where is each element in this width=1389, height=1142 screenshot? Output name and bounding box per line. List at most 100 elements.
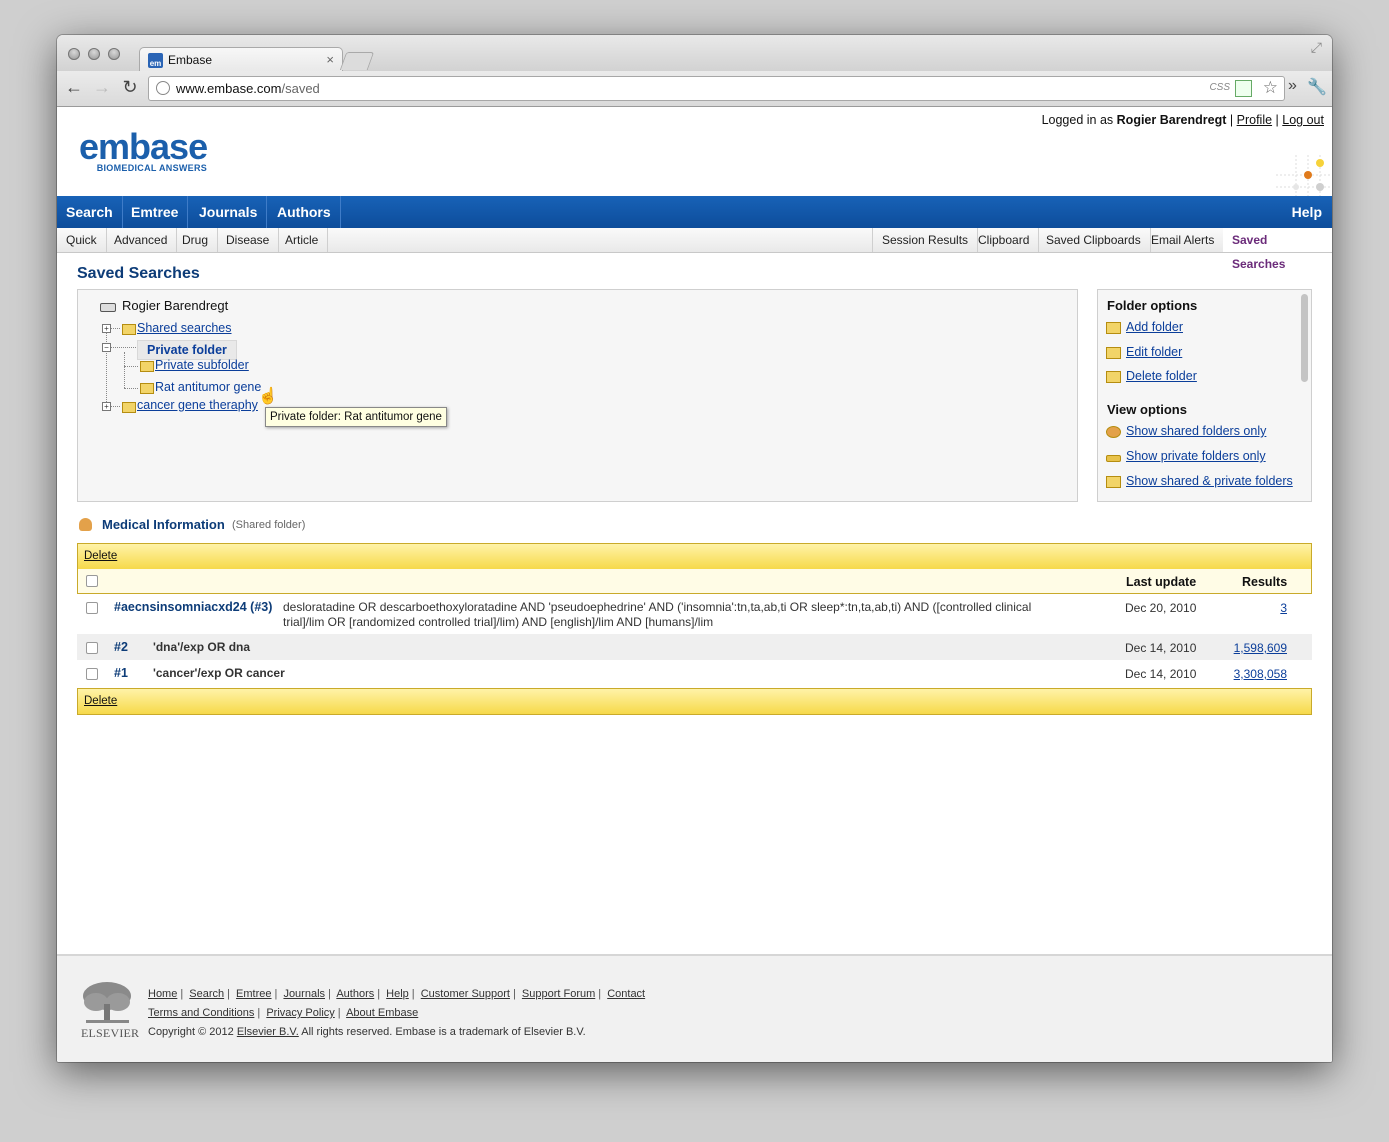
show-private-link[interactable]: Show private folders only [1126,449,1266,463]
forward-icon[interactable]: → [92,77,112,98]
tab-close-icon[interactable]: × [326,52,334,67]
reload-icon[interactable]: ↻ [120,77,140,98]
subnav-clipboard[interactable]: Clipboard [969,228,1040,252]
query-line: trial]/lim OR [randomized controlled tri… [283,615,714,629]
separator: | [411,988,415,1000]
expand-plus-icon[interactable]: + [102,324,111,333]
footer-emtree-link[interactable]: Emtree [236,988,271,1000]
extension-icon[interactable] [1235,80,1252,97]
subnav-article[interactable]: Article [276,228,329,252]
overflow-chevron-icon[interactable]: » [1288,77,1297,95]
result-count-link[interactable]: 1,598,609 [1234,641,1287,655]
add-folder-icon [1106,322,1121,334]
nav-search[interactable]: Search [57,196,123,228]
elsevier-link[interactable]: Elsevier B.V. [237,1026,299,1038]
browser-window: em Embase × ⤢ ← → ↻ www.embase.com/saved… [57,35,1332,1062]
nav-journals[interactable]: Journals [190,196,268,228]
footer-help-link[interactable]: Help [386,988,409,1000]
tree-node-rat-antitumor-gene[interactable]: Rat antitumor gene [155,380,261,394]
url-text: www.embase.com/saved [176,81,320,96]
bookmark-star-icon[interactable]: ☆ [1263,78,1278,98]
footer-home-link[interactable]: Home [148,988,177,1000]
footer-privacy-link[interactable]: Privacy Policy [266,1007,334,1019]
footer-customer-support-link[interactable]: Customer Support [421,988,510,1000]
options-scrollbar[interactable] [1301,294,1308,382]
fullscreen-icon[interactable]: ⤢ [1311,39,1322,56]
delete-button-top[interactable]: Delete [84,550,117,562]
nav-authors[interactable]: Authors [268,196,341,228]
collapse-minus-icon[interactable]: − [102,343,111,352]
tree-root: Rogier Barendregt [122,298,229,313]
result-count-link[interactable]: 3,308,058 [1234,667,1287,681]
tree-node-shared-searches[interactable]: Shared searches [137,321,232,335]
logo-word: embase [79,126,208,167]
search-id[interactable]: #2 [114,640,128,654]
select-all-checkbox[interactable] [86,575,98,587]
folder-icon [140,361,154,372]
add-folder-option[interactable]: Add folder [1106,320,1183,334]
add-folder-link[interactable]: Add folder [1126,320,1183,334]
embase-logo[interactable]: embase BIOMEDICAL ANSWERS [79,126,208,174]
show-both-link[interactable]: Show shared & private folders [1126,474,1293,488]
row-checkbox[interactable] [86,668,98,680]
tree-node-cancer-gene-theraphy[interactable]: cancer gene theraphy [137,398,258,412]
delete-folder-option[interactable]: Delete folder [1106,369,1197,383]
browser-tab[interactable]: em Embase × [139,47,343,73]
delete-button-bottom[interactable]: Delete [84,695,117,707]
delete-folder-link[interactable]: Delete folder [1126,369,1197,383]
subnav-session-results[interactable]: Session Results [872,228,979,252]
cancer-gene-theraphy-link[interactable]: cancer gene theraphy [137,398,258,412]
search-id[interactable]: #1 [114,666,128,680]
nav-help[interactable]: Help [1292,196,1322,228]
decorative-dots-graphic [1276,155,1332,197]
footer-search-link[interactable]: Search [189,988,224,1000]
subnav-saved-clipboards[interactable]: Saved Clipboards [1037,228,1151,252]
show-shared-link[interactable]: Show shared folders only [1126,424,1266,438]
footer-links-row1: Home | Search | Emtree | Journals | Authors |… [148,988,645,1000]
shared-searches-link[interactable]: Shared searches [137,321,232,335]
css-extension-label[interactable]: CSS [1209,82,1230,93]
footer-about-link[interactable]: About Embase [346,1007,418,1019]
subnav-drug[interactable]: Drug [173,228,219,252]
footer-contact-link[interactable]: Contact [607,988,645,1000]
edit-folder-link[interactable]: Edit folder [1126,345,1182,359]
zoom-window-button[interactable] [108,48,120,60]
subnav-email-alerts[interactable]: Email Alerts [1142,228,1225,252]
minimize-window-button[interactable] [88,48,100,60]
show-both-option[interactable]: Show shared & private folders [1106,474,1293,488]
back-icon[interactable]: ← [64,77,84,98]
tree-node-private-subfolder[interactable]: Private subfolder [155,358,249,372]
user-bar: Logged in as Rogier Barendregt | Profile… [1042,113,1324,127]
profile-link[interactable]: Profile [1237,113,1272,127]
embase-favicon-icon: em [148,53,163,68]
show-shared-option[interactable]: Show shared folders only [1106,424,1266,438]
nav-emtree[interactable]: Emtree [122,196,189,228]
rat-antitumor-gene-link[interactable]: Rat antitumor gene [155,380,261,394]
tree-node-private-folder[interactable]: Private folder [137,340,237,360]
close-window-button[interactable] [68,48,80,60]
users-icon [1106,426,1121,438]
subnav-advanced[interactable]: Advanced [105,228,178,252]
subnav-saved-searches[interactable]: Saved Searches [1223,228,1332,271]
address-bar[interactable]: www.embase.com/saved CSS ☆ [148,76,1285,101]
edit-folder-option[interactable]: Edit folder [1106,345,1182,359]
show-private-option[interactable]: Show private folders only [1106,449,1266,463]
subnav-disease[interactable]: Disease [217,228,280,252]
search-id[interactable]: #aecnsinsomniacxd24 (#3) [114,600,272,614]
row-checkbox[interactable] [86,642,98,654]
row-checkbox[interactable] [86,602,98,614]
expand-plus-icon[interactable]: + [102,402,111,411]
wrench-icon[interactable]: 🔧 [1307,77,1327,97]
subnav-quick[interactable]: Quick [57,228,107,252]
private-subfolder-link[interactable]: Private subfolder [155,358,249,372]
footer-authors-link[interactable]: Authors [336,988,374,1000]
logout-link[interactable]: Log out [1282,113,1324,127]
result-count-link[interactable]: 3 [1280,601,1287,615]
folder-options-heading: Folder options [1107,298,1198,313]
footer-journals-link[interactable]: Journals [283,988,325,1000]
new-tab-button[interactable] [339,52,375,70]
footer-terms-link[interactable]: Terms and Conditions [148,1007,254,1019]
delete-bar-bottom: Delete [77,688,1312,715]
footer-support-forum-link[interactable]: Support Forum [522,988,595,1000]
separator: | [328,988,331,1000]
